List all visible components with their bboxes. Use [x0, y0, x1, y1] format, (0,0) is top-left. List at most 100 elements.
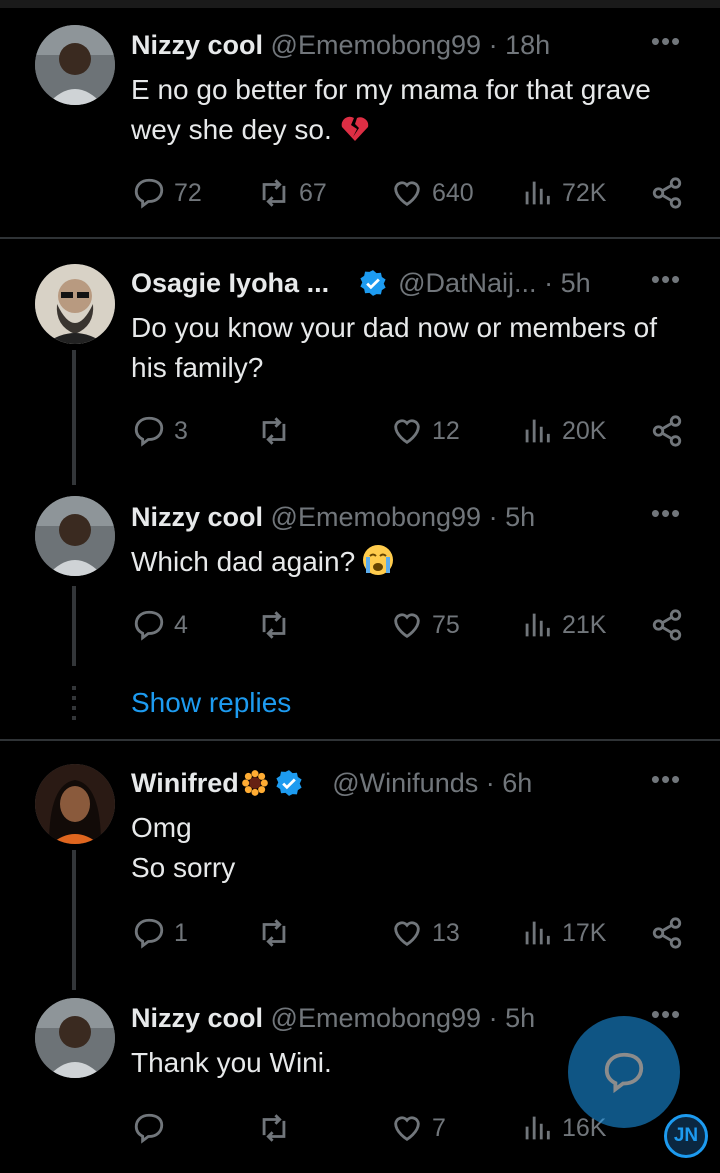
- reply-icon: [134, 610, 164, 641]
- divider: [0, 739, 720, 741]
- like-button[interactable]: 640: [390, 173, 474, 213]
- avatar-nizzy[interactable]: [35, 998, 115, 1078]
- view-count: 21K: [562, 611, 607, 639]
- share-icon: [652, 917, 682, 949]
- reply-icon: [134, 416, 164, 447]
- tweet-header: Nizzy cool @Ememobong99 · 18h: [131, 28, 682, 62]
- views-button[interactable]: 20K: [520, 411, 606, 451]
- timestamp[interactable]: · 5h: [489, 1003, 536, 1033]
- tweet-2[interactable]: Osagie Iyoha ... @DatNaij... · 5h ••• Do…: [0, 240, 720, 485]
- author-name[interactable]: Osagie Iyoha ...: [131, 268, 329, 298]
- compose-reply-icon: [604, 1052, 644, 1094]
- more-icon[interactable]: •••: [650, 28, 682, 62]
- view-count: 20K: [562, 417, 607, 445]
- tweet-text-content: Which dad again?: [131, 546, 356, 577]
- watermark-logo: JN: [664, 1114, 708, 1158]
- avatar-nizzy[interactable]: [35, 25, 115, 105]
- author-handle[interactable]: @DatNaij...: [398, 268, 536, 298]
- tweet-text: Which dad again?: [131, 542, 682, 582]
- compose-reply-button[interactable]: [568, 1016, 680, 1128]
- timestamp[interactable]: · 5h: [489, 502, 536, 532]
- like-button[interactable]: 75: [390, 605, 460, 645]
- timestamp[interactable]: · 6h: [486, 768, 533, 798]
- reply-count: 72: [174, 179, 202, 207]
- show-replies-link[interactable]: Show replies: [131, 685, 291, 721]
- like-count: 7: [432, 1114, 446, 1142]
- more-icon[interactable]: •••: [650, 766, 682, 800]
- views-button[interactable]: 72K: [520, 173, 606, 213]
- like-count: 12: [432, 417, 460, 445]
- verified-badge-icon: [276, 770, 302, 796]
- author-handle[interactable]: @Ememobong99: [271, 502, 482, 532]
- author-name[interactable]: Nizzy cool: [131, 502, 263, 532]
- tweet-header: Winifred @Winifunds · 6h: [131, 766, 682, 800]
- share-button[interactable]: [650, 173, 692, 213]
- tweet-actions: 72 67 640 72K: [0, 173, 720, 213]
- retweet-button[interactable]: [257, 411, 299, 451]
- tweet-text: Do you know your dad now or members of h…: [131, 312, 658, 383]
- tweet-header: Nizzy cool @Ememobong99 · 5h: [131, 500, 682, 534]
- loudly-crying-face-icon: [363, 545, 394, 575]
- more-icon[interactable]: •••: [650, 500, 682, 534]
- author-handle[interactable]: @Ememobong99: [271, 1003, 482, 1033]
- more-icon[interactable]: •••: [650, 266, 682, 300]
- reply-button[interactable]: 72: [132, 173, 202, 213]
- tweet-3[interactable]: Nizzy cool @Ememobong99 · 5h ••• Which d…: [0, 490, 720, 740]
- retweet-icon: [262, 611, 286, 639]
- like-button[interactable]: 12: [390, 411, 460, 451]
- view-count: 17K: [562, 919, 607, 947]
- verified-badge-icon: [359, 270, 386, 296]
- reply-button[interactable]: [132, 1108, 174, 1148]
- author-name[interactable]: Nizzy cool: [131, 30, 263, 60]
- retweet-button[interactable]: [257, 605, 299, 645]
- sunflower-icon: [241, 770, 268, 796]
- timestamp[interactable]: · 18h: [489, 30, 551, 60]
- timestamp[interactable]: · 5h: [544, 268, 591, 298]
- author-handle[interactable]: @Ememobong99: [271, 30, 482, 60]
- like-count: 640: [432, 179, 474, 207]
- reply-button[interactable]: 1: [132, 913, 188, 953]
- like-count: 13: [432, 919, 460, 947]
- retweet-icon: [262, 417, 286, 445]
- tweet-4[interactable]: Winifred @Winifunds · 6h ••• Omg So sorr…: [0, 742, 720, 992]
- avatar-nizzy[interactable]: [35, 496, 115, 576]
- tweet-text: Omg So sorry: [131, 812, 236, 883]
- views-icon: [525, 921, 550, 945]
- tweet-actions: 1 13 17K: [0, 913, 720, 953]
- retweet-icon: [262, 919, 286, 947]
- views-icon: [525, 613, 550, 637]
- views-icon: [525, 1116, 550, 1140]
- divider: [0, 237, 720, 239]
- reply-count: 4: [174, 611, 188, 639]
- avatar-osagie[interactable]: [35, 264, 115, 344]
- reply-button[interactable]: 3: [132, 411, 188, 451]
- tweet-header: Osagie Iyoha ... @DatNaij... · 5h: [131, 266, 682, 300]
- like-button[interactable]: 13: [390, 913, 460, 953]
- share-button[interactable]: [650, 411, 692, 451]
- tweet-1[interactable]: Nizzy cool @Ememobong99 · 18h ••• E no g…: [0, 0, 720, 238]
- broken-heart-icon: [341, 116, 368, 141]
- retweet-button[interactable]: 67: [257, 173, 327, 213]
- share-button[interactable]: [650, 605, 692, 645]
- author-name[interactable]: Winifred: [131, 768, 239, 798]
- views-button[interactable]: 21K: [520, 605, 606, 645]
- retweet-count: 67: [299, 179, 327, 207]
- views-button[interactable]: 17K: [520, 913, 606, 953]
- retweet-button[interactable]: [257, 1108, 299, 1148]
- author-name[interactable]: Nizzy cool: [131, 1003, 263, 1033]
- share-button[interactable]: [650, 913, 692, 953]
- avatar-winifred[interactable]: [35, 764, 115, 844]
- views-icon: [525, 419, 550, 443]
- retweet-button[interactable]: [257, 913, 299, 953]
- reply-button[interactable]: 4: [132, 605, 188, 645]
- like-icon: [394, 1116, 420, 1142]
- author-handle[interactable]: @Winifunds: [332, 768, 478, 798]
- like-icon: [394, 921, 420, 947]
- like-icon: [394, 419, 420, 445]
- share-icon: [652, 609, 682, 641]
- like-button[interactable]: 7: [390, 1108, 446, 1148]
- reply-count: 1: [174, 919, 188, 947]
- view-count: 72K: [562, 179, 607, 207]
- reply-icon: [134, 918, 164, 949]
- views-icon: [525, 181, 550, 205]
